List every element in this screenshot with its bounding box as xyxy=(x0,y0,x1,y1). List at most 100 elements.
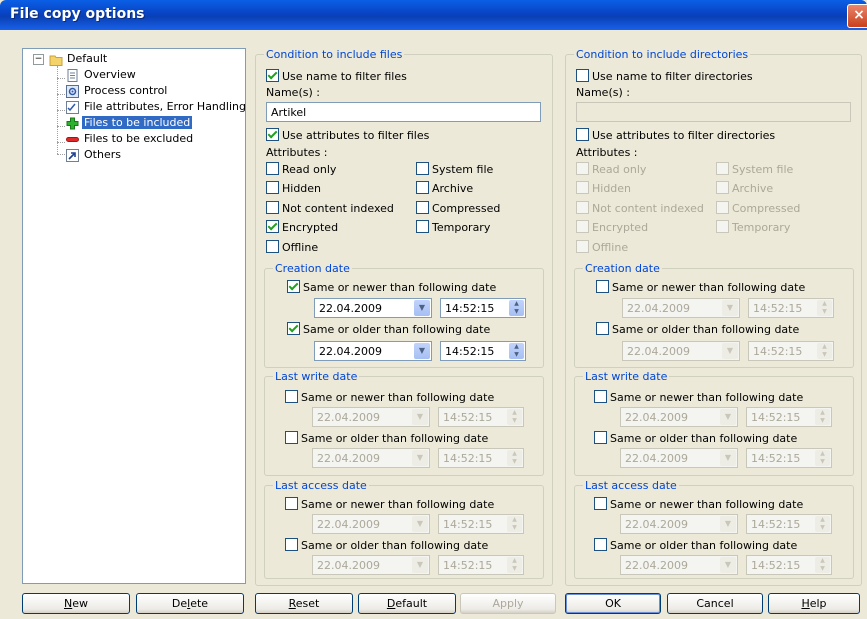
files-attributes-label: Attributes : xyxy=(266,146,328,159)
files-lastwrite-newer-time[interactable]: 14:52:15 ▲ ▼ xyxy=(438,407,524,427)
use-attr-files-checkbox[interactable]: Use attributes to filter files xyxy=(266,128,429,142)
files-creation-newer-date[interactable]: 22.04.2009 ▼ xyxy=(314,298,432,318)
dirs-creation-newer-time[interactable]: 14:52:15 ▲ ▼ xyxy=(748,298,834,318)
dirs-attr-hidden[interactable]: Hidden xyxy=(576,181,631,195)
dirs-lastaccess-newer-checkbox[interactable]: Same or newer than following date xyxy=(594,497,803,511)
apply-button[interactable]: Apply xyxy=(460,593,556,614)
dirs-lastwrite-older-checkbox[interactable]: Same or older than following date xyxy=(594,431,797,445)
dirs-lastwrite-newer-date[interactable]: 22.04.2009 ▼ xyxy=(620,407,738,427)
files-attr-compressed[interactable]: Compressed xyxy=(416,201,500,215)
files-lastwrite-older-time[interactable]: 14:52:15 ▲ ▼ xyxy=(438,448,524,468)
help-button[interactable]: Help xyxy=(768,593,860,614)
window-title: File copy options xyxy=(10,6,145,22)
dirs-creation-older-date[interactable]: 22.04.2009 ▼ xyxy=(622,341,740,361)
delete-button[interactable]: Delete xyxy=(136,593,244,614)
close-button[interactable]: × xyxy=(847,4,867,28)
tree-item-others[interactable]: Others xyxy=(66,147,123,163)
use-name-dirs-checkbox[interactable]: Use name to filter directories xyxy=(576,69,753,83)
tree-item-files-included[interactable]: Files to be included xyxy=(66,115,193,131)
dirs-attr-compressed[interactable]: Compressed xyxy=(716,201,800,215)
tree-item-default[interactable]: Default xyxy=(49,51,109,67)
shortcut-arrow-icon xyxy=(66,148,79,162)
files-names-input[interactable]: Artikel xyxy=(266,102,541,122)
dirs-names-input[interactable] xyxy=(576,102,851,122)
dirs-attr-temporary[interactable]: Temporary xyxy=(716,220,790,234)
files-lastwrite-newer-date[interactable]: 22.04.2009 ▼ xyxy=(312,407,430,427)
spin-updown-icon: ▲ ▼ xyxy=(815,516,830,532)
files-lastaccess-newer-date[interactable]: 22.04.2009 ▼ xyxy=(312,514,430,534)
chevron-down-icon: ▼ xyxy=(412,409,428,425)
dirs-attr-read-only[interactable]: Read only xyxy=(576,162,646,176)
chevron-down-icon: ▼ xyxy=(414,300,430,316)
use-name-files-checkbox[interactable]: Use name to filter files xyxy=(266,69,407,83)
tree-item-files-excluded[interactable]: Files to be excluded xyxy=(66,131,195,147)
files-attr-system-file[interactable]: System file xyxy=(416,162,493,176)
tree-item-overview[interactable]: Overview xyxy=(66,67,138,83)
files-lastaccess-older-checkbox[interactable]: Same or older than following date xyxy=(285,538,488,552)
dirs-lastwrite-newer-checkbox[interactable]: Same or newer than following date xyxy=(594,390,803,404)
tree-item-file-attributes[interactable]: File attributes, Error Handling xyxy=(66,99,248,115)
dirs-lastaccess-older-date[interactable]: 22.04.2009 ▼ xyxy=(620,555,738,575)
chevron-down-icon: ▼ xyxy=(720,409,736,425)
files-creation-older-time[interactable]: 14:52:15 ▲ ▼ xyxy=(440,341,526,361)
dirs-lastaccess-newer-date[interactable]: 22.04.2009 ▼ xyxy=(620,514,738,534)
title-bar[interactable]: File copy options × xyxy=(0,0,867,30)
red-minus-icon xyxy=(66,133,79,146)
files-creation-newer-checkbox[interactable]: Same or newer than following date xyxy=(287,280,496,294)
files-lastwrite-older-date[interactable]: 22.04.2009 ▼ xyxy=(312,448,430,468)
default-button[interactable]: Default xyxy=(358,593,456,614)
dirs-names-label: Name(s) : xyxy=(576,86,630,99)
dirs-lastwrite-newer-time[interactable]: 14:52:15 ▲ ▼ xyxy=(746,407,832,427)
files-names-label: Name(s) : xyxy=(266,86,320,99)
files-attr-offline[interactable]: Offline xyxy=(266,240,318,254)
ok-button[interactable]: OK xyxy=(565,593,661,614)
checklist-icon xyxy=(66,100,79,114)
tree-item-process-control[interactable]: Process control xyxy=(66,83,169,99)
files-attr-temporary[interactable]: Temporary xyxy=(416,220,490,234)
chevron-down-icon: ▼ xyxy=(720,516,736,532)
dirs-creation-older-time[interactable]: 14:52:15 ▲ ▼ xyxy=(748,341,834,361)
files-creation-older-date[interactable]: 22.04.2009 ▼ xyxy=(314,341,432,361)
dirs-attr-not-indexed[interactable]: Not content indexed xyxy=(576,201,704,215)
dirs-lastaccess-older-time[interactable]: 14:52:15 ▲ ▼ xyxy=(746,555,832,575)
files-creation-older-checkbox[interactable]: Same or older than following date xyxy=(287,322,490,336)
dirs-attr-offline[interactable]: Offline xyxy=(576,240,628,254)
cancel-button[interactable]: Cancel xyxy=(667,593,763,614)
new-button[interactable]: New xyxy=(22,593,130,614)
files-lastaccess-older-date[interactable]: 22.04.2009 ▼ xyxy=(312,555,430,575)
files-attr-encrypted[interactable]: Encrypted xyxy=(266,220,338,234)
reset-button[interactable]: Reset xyxy=(255,593,353,614)
files-lastwrite-newer-checkbox[interactable]: Same or newer than following date xyxy=(285,390,494,404)
use-attr-dirs-checkbox[interactable]: Use attributes to filter directories xyxy=(576,128,775,142)
dirs-lastaccess-older-checkbox[interactable]: Same or older than following date xyxy=(594,538,797,552)
dirs-creation-newer-checkbox[interactable]: Same or newer than following date xyxy=(596,280,805,294)
files-attr-not-indexed[interactable]: Not content indexed xyxy=(266,201,394,215)
chevron-down-icon: ▼ xyxy=(412,557,428,573)
dirs-lastwrite-older-time[interactable]: 14:52:15 ▲ ▼ xyxy=(746,448,832,468)
files-lastaccess-older-time[interactable]: 14:52:15 ▲ ▼ xyxy=(438,555,524,575)
spin-updown-icon: ▲ ▼ xyxy=(815,409,830,425)
files-lastwrite-older-checkbox[interactable]: Same or older than following date xyxy=(285,431,488,445)
dirs-creation-newer-date[interactable]: 22.04.2009 ▼ xyxy=(622,298,740,318)
tree-collapse-toggle[interactable]: − xyxy=(33,54,44,65)
spin-updown-icon: ▲ ▼ xyxy=(509,300,524,316)
chevron-down-icon: ▼ xyxy=(720,450,736,466)
files-attr-read-only[interactable]: Read only xyxy=(266,162,336,176)
dirs-attr-archive[interactable]: Archive xyxy=(716,181,773,195)
files-attr-hidden[interactable]: Hidden xyxy=(266,181,321,195)
spin-updown-icon: ▲ ▼ xyxy=(509,343,524,359)
dirs-attr-system-file[interactable]: System file xyxy=(716,162,793,176)
dirs-lastaccess-newer-time[interactable]: 14:52:15 ▲ ▼ xyxy=(746,514,832,534)
spin-updown-icon: ▲ ▼ xyxy=(817,300,832,316)
files-attr-archive[interactable]: Archive xyxy=(416,181,473,195)
files-lastaccess-newer-time[interactable]: 14:52:15 ▲ ▼ xyxy=(438,514,524,534)
files-lastaccess-newer-checkbox[interactable]: Same or newer than following date xyxy=(285,497,494,511)
chevron-down-icon: ▼ xyxy=(722,343,738,359)
dirs-attributes-label: Attributes : xyxy=(576,146,638,159)
files-creation-newer-time[interactable]: 14:52:15 ▲ ▼ xyxy=(440,298,526,318)
dirs-lastwrite-older-date[interactable]: 22.04.2009 ▼ xyxy=(620,448,738,468)
options-tree[interactable]: − Default Overview Process control File … xyxy=(22,48,246,584)
dirs-attr-encrypted[interactable]: Encrypted xyxy=(576,220,648,234)
dirs-creation-older-checkbox[interactable]: Same or older than following date xyxy=(596,322,799,336)
green-plus-icon xyxy=(66,117,79,130)
